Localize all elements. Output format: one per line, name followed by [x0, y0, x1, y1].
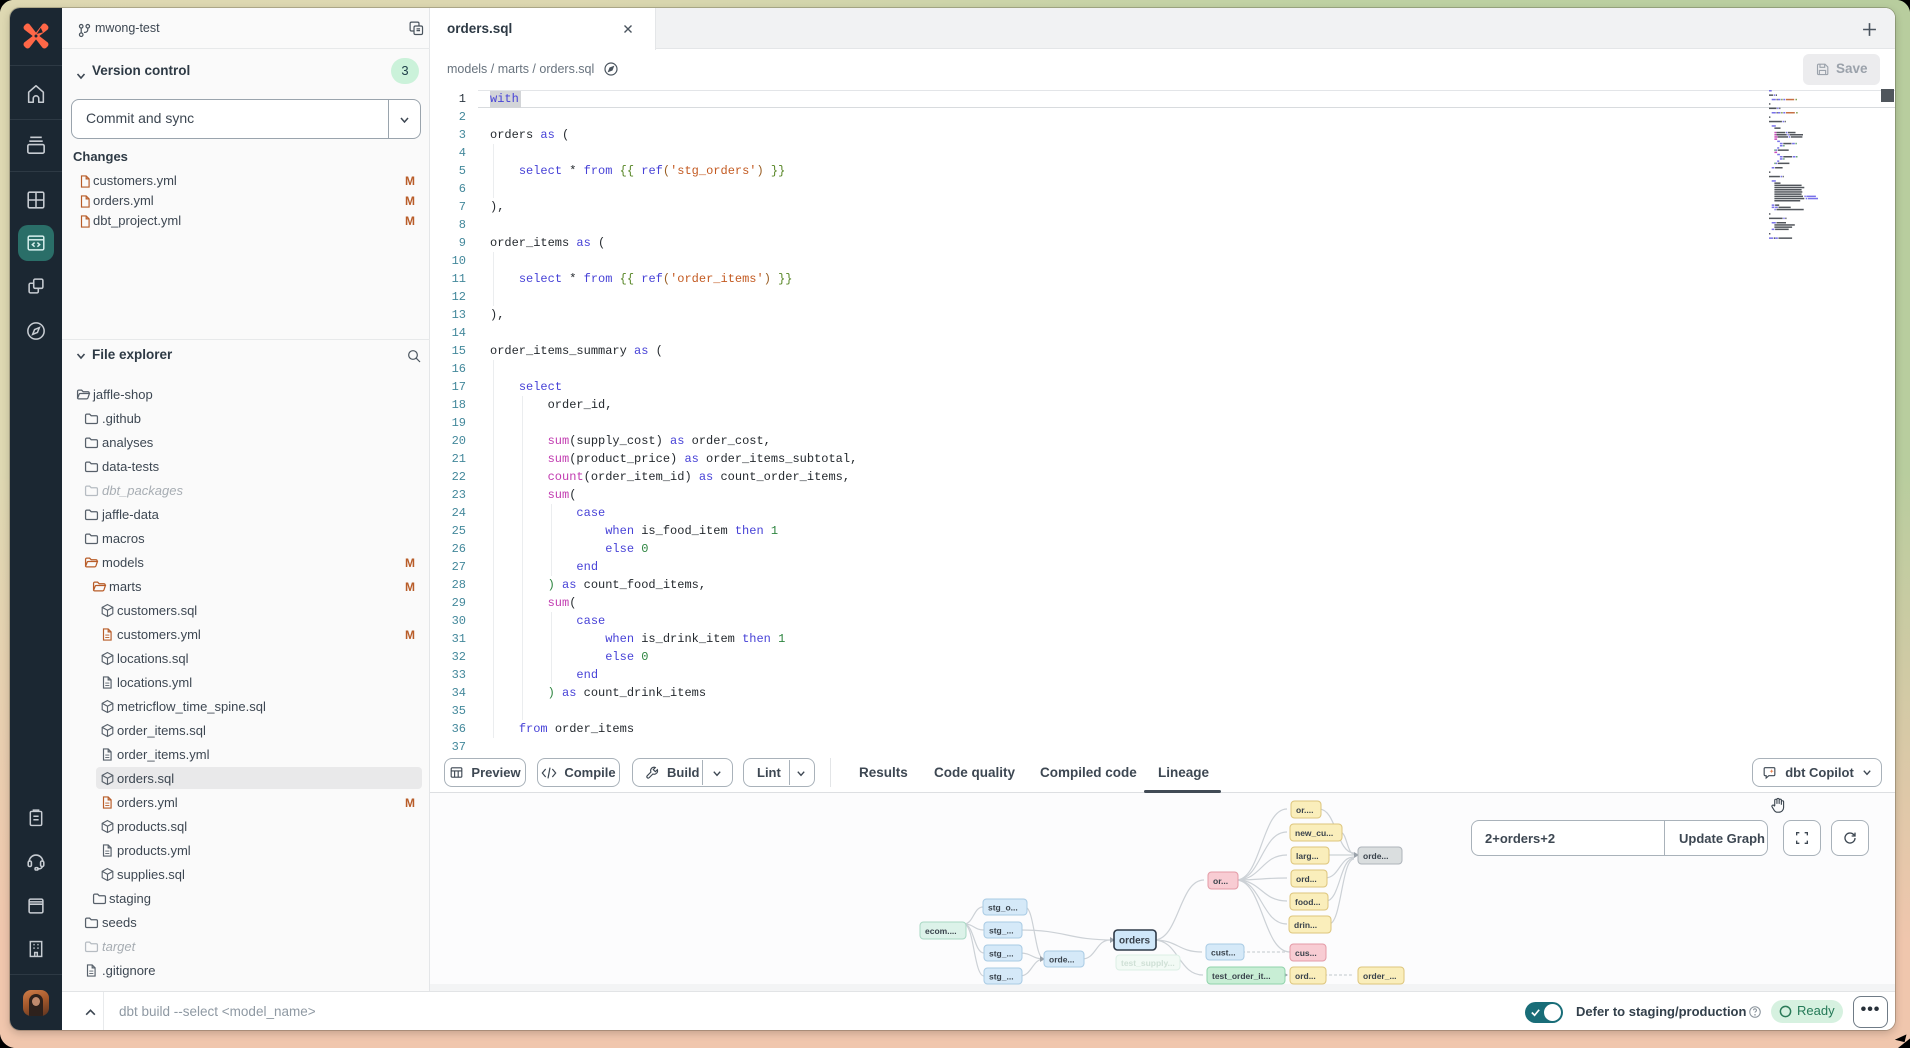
- svg-text:ecom....: ecom....: [925, 926, 957, 936]
- svg-text:cust...: cust...: [1211, 948, 1236, 958]
- svg-text:orde...: orde...: [1363, 851, 1389, 861]
- svg-text:or....: or....: [1296, 805, 1313, 815]
- svg-text:stg_...: stg_...: [989, 972, 1014, 982]
- svg-text:ord...: ord...: [1296, 874, 1317, 884]
- svg-text:stg_o...: stg_o...: [988, 903, 1018, 913]
- svg-text:cus...: cus...: [1295, 948, 1317, 958]
- svg-text:orde...: orde...: [1049, 955, 1075, 965]
- svg-text:test_order_it...: test_order_it...: [1212, 971, 1271, 981]
- svg-text:orders: orders: [1119, 936, 1151, 947]
- svg-text:test_supply...: test_supply...: [1121, 958, 1175, 968]
- svg-text:new_cu...: new_cu...: [1295, 828, 1333, 838]
- svg-text:stg_...: stg_...: [989, 926, 1014, 936]
- svg-text:ord...: ord...: [1295, 971, 1316, 981]
- svg-text:order_...: order_...: [1363, 971, 1397, 981]
- svg-text:food...: food...: [1295, 897, 1321, 907]
- svg-text:or...: or...: [1213, 876, 1228, 886]
- svg-text:larg...: larg...: [1296, 851, 1319, 861]
- svg-text:stg_...: stg_...: [989, 949, 1014, 959]
- svg-text:drin...: drin...: [1294, 920, 1317, 930]
